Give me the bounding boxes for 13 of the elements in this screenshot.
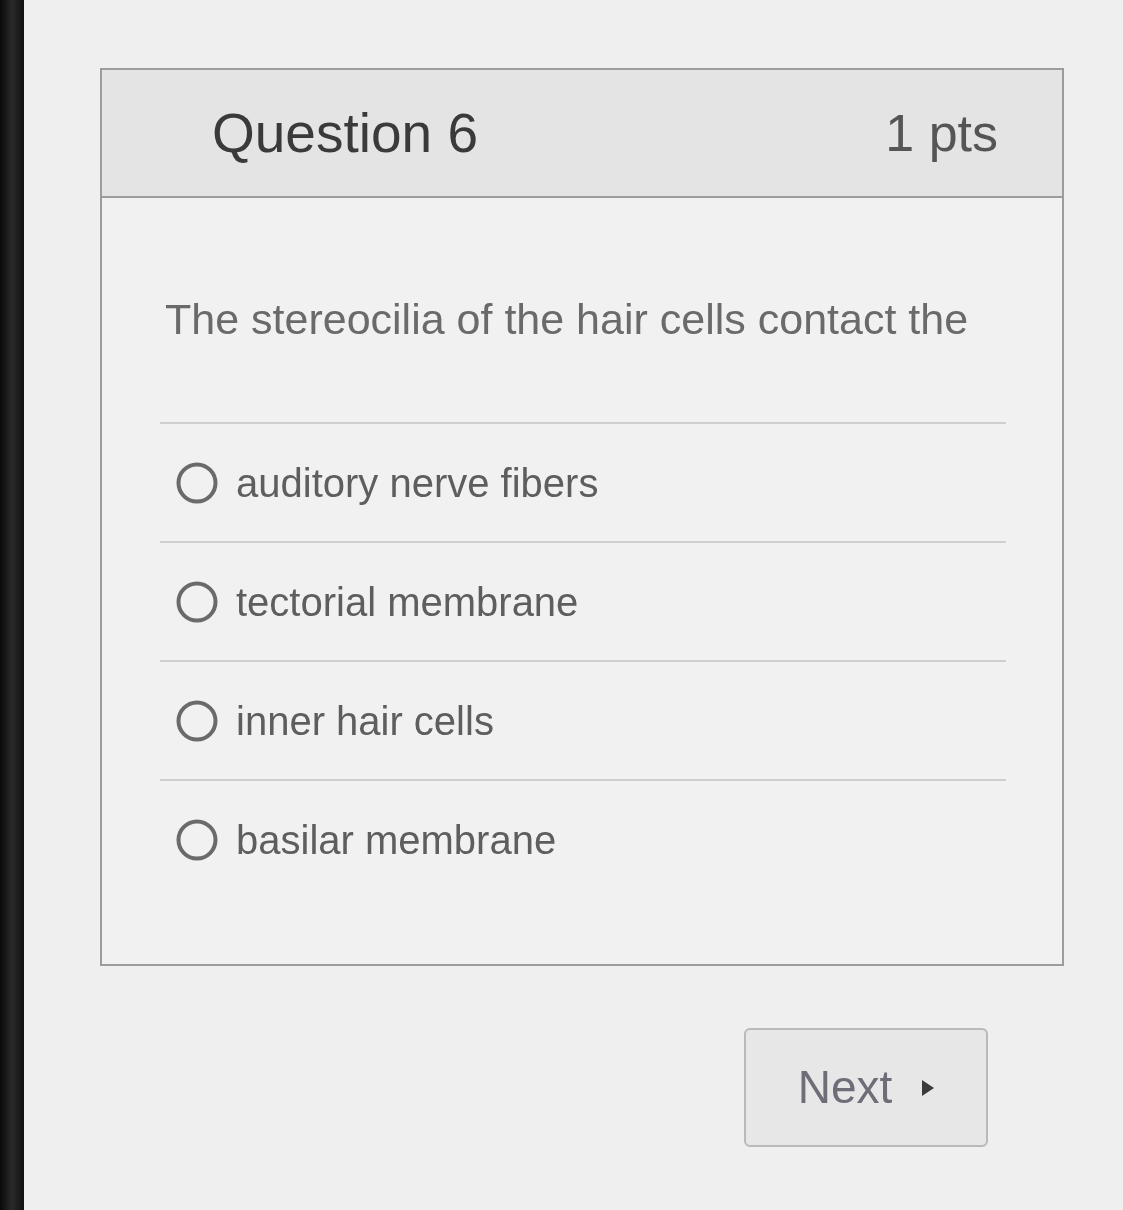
caret-icon	[922, 1079, 935, 1096]
radio-button[interactable]	[176, 461, 218, 504]
answer-label[interactable]: basilar membrane	[236, 809, 557, 870]
answer-label[interactable]: inner hair cells	[236, 690, 494, 751]
points-label: 1 pts	[885, 103, 998, 164]
question-title: Question 6	[212, 100, 478, 166]
radio-button[interactable]	[176, 580, 218, 623]
radio-button[interactable]	[176, 818, 218, 861]
answer-label[interactable]: auditory nerve fibers	[236, 452, 599, 513]
question-text: The stereocilia of the hair cells contact the	[165, 294, 969, 344]
answer-label[interactable]: tectorial membrane	[236, 571, 579, 632]
next-button[interactable]: Next	[744, 1028, 988, 1147]
radio-button[interactable]	[176, 699, 218, 742]
